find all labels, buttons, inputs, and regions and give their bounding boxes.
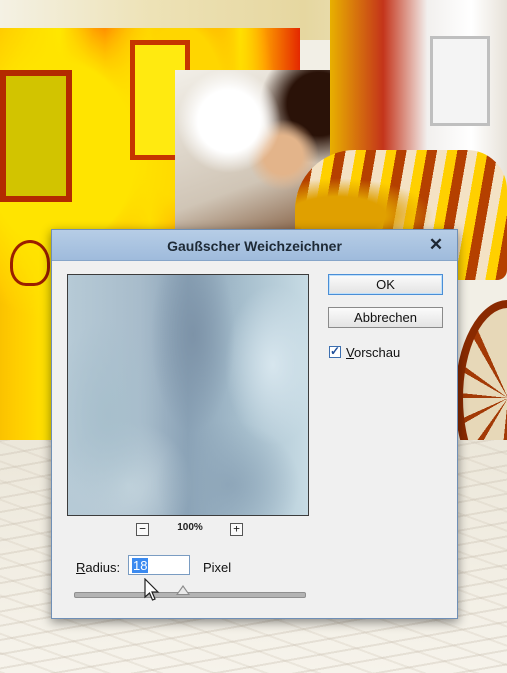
preview-checkbox-label[interactable]: Vorschau bbox=[346, 345, 400, 360]
radius-mnemonic: R bbox=[76, 560, 86, 575]
radius-label-text: adius: bbox=[85, 560, 121, 575]
close-icon[interactable]: ✕ bbox=[426, 235, 446, 255]
zoom-out-icon[interactable]: − bbox=[136, 523, 149, 536]
cancel-button[interactable]: Abbrechen bbox=[328, 307, 443, 328]
gaussian-blur-dialog: Gaußscher Weichzeichner ✕ − 100% + OK Ab… bbox=[51, 229, 458, 619]
preview-mnemonic: V bbox=[346, 345, 354, 360]
dialog-titlebar[interactable]: Gaußscher Weichzeichner ✕ bbox=[52, 230, 457, 261]
preview-label-text: orschau bbox=[353, 345, 401, 360]
photo-window bbox=[430, 36, 490, 126]
radius-slider-thumb[interactable] bbox=[176, 585, 191, 595]
radius-value: 18 bbox=[132, 558, 149, 573]
zoom-in-icon[interactable]: + bbox=[230, 523, 243, 536]
radius-unit: Pixel bbox=[203, 560, 232, 575]
post-horn-emblem bbox=[10, 240, 50, 286]
preview-checkbox[interactable]: ✓ bbox=[329, 344, 341, 358]
blur-preview[interactable] bbox=[67, 274, 309, 516]
zoom-controls: − 100% + bbox=[136, 522, 246, 538]
photo-carriage-panel bbox=[0, 70, 72, 202]
ok-button[interactable]: OK bbox=[328, 274, 443, 295]
radius-input[interactable]: 18 bbox=[128, 555, 190, 575]
radius-label: Radius: bbox=[76, 560, 120, 575]
mouse-pointer-icon bbox=[144, 578, 160, 601]
zoom-level: 100% bbox=[177, 522, 203, 533]
dialog-title: Gaußscher Weichzeichner bbox=[167, 238, 342, 254]
checkmark-icon: ✓ bbox=[330, 344, 341, 358]
